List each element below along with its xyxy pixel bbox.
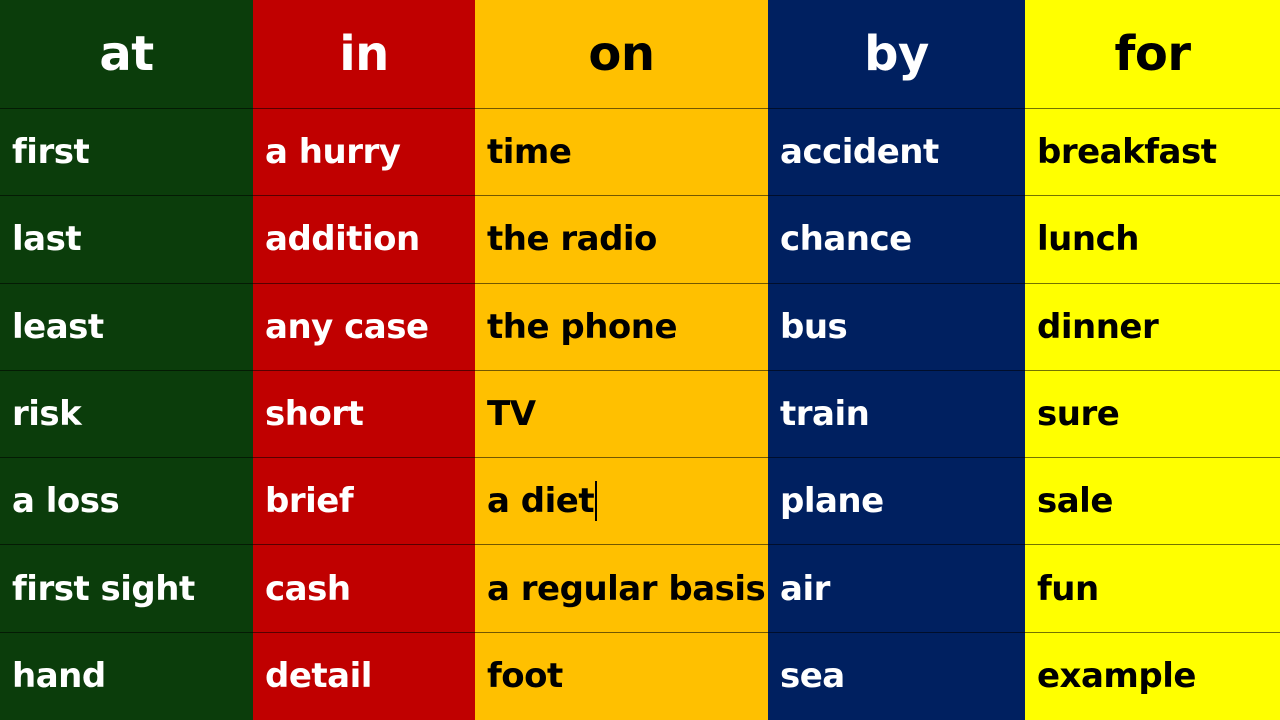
table-cell: plane	[768, 458, 1025, 546]
table-cell: chance	[768, 196, 1025, 284]
cell-text: bus	[780, 306, 848, 347]
table-cell: fun	[1025, 545, 1280, 633]
table-cell: a loss	[0, 458, 253, 546]
table-cell: detail	[253, 633, 475, 720]
cell-text: least	[12, 306, 104, 347]
cell-text: chance	[780, 219, 912, 260]
cell-text: breakfast	[1037, 132, 1217, 173]
column-header: by	[768, 0, 1025, 109]
table-cell: any case	[253, 284, 475, 371]
cell-text: first	[12, 132, 90, 173]
table-cell: brief	[253, 458, 475, 546]
cell-text: foot	[487, 656, 563, 697]
cell-text: a diet	[487, 481, 595, 522]
column-at: at first last least risk a loss first sight han…	[0, 0, 253, 720]
table-cell: TV	[475, 371, 768, 459]
cell-text: fun	[1037, 568, 1099, 609]
cell-text: hand	[12, 656, 106, 697]
cell-text: brief	[265, 481, 354, 522]
cell-text: train	[780, 393, 870, 434]
table-cell: example	[1025, 633, 1280, 720]
cell-text: plane	[780, 481, 884, 522]
table-cell: first sight	[0, 545, 253, 633]
column-header: at	[0, 0, 253, 109]
cell-text: sure	[1037, 393, 1120, 434]
table-cell: last	[0, 196, 253, 284]
cell-text: TV	[487, 393, 536, 434]
table-cell: dinner	[1025, 284, 1280, 371]
cell-text: lunch	[1037, 219, 1139, 260]
table-cell: the radio	[475, 196, 768, 284]
cell-text: sale	[1037, 481, 1113, 522]
cell-text: example	[1037, 656, 1196, 697]
cell-text: accident	[780, 132, 939, 173]
column-in: in a hurry addition any case short brief cash d…	[253, 0, 475, 720]
text-cursor	[595, 481, 598, 522]
table-cell: breakfast	[1025, 109, 1280, 197]
column-for: for breakfast lunch dinner sure sale fun exampl…	[1025, 0, 1280, 720]
table-cell: a hurry	[253, 109, 475, 197]
cell-text: the radio	[487, 219, 657, 260]
table-cell: least	[0, 284, 253, 371]
cell-text: detail	[265, 656, 372, 697]
cell-text: a regular basis	[487, 568, 766, 609]
cell-text: last	[12, 219, 82, 260]
table-cell: time	[475, 109, 768, 197]
table-cell: risk	[0, 371, 253, 459]
cell-text: dinner	[1037, 306, 1159, 347]
cell-text: first sight	[12, 568, 195, 609]
column-header: for	[1025, 0, 1280, 109]
cell-text: a hurry	[265, 132, 401, 173]
table-cell: air	[768, 545, 1025, 633]
table-cell: sale	[1025, 458, 1280, 546]
table-cell: a diet	[475, 458, 768, 546]
table-cell: short	[253, 371, 475, 459]
cell-text: cash	[265, 568, 351, 609]
cell-text: sea	[780, 656, 845, 697]
table-cell: lunch	[1025, 196, 1280, 284]
table-cell: train	[768, 371, 1025, 459]
cell-text: addition	[265, 219, 420, 260]
table-cell: sea	[768, 633, 1025, 720]
cell-text: risk	[12, 393, 82, 434]
table-cell: cash	[253, 545, 475, 633]
column-by: by accident chance bus train plane air sea	[768, 0, 1025, 720]
column-header: in	[253, 0, 475, 109]
table-cell: accident	[768, 109, 1025, 197]
column-header: on	[475, 0, 768, 109]
column-on: on time the radio the phone TV a diet a regula…	[475, 0, 768, 720]
cell-text: a loss	[12, 481, 120, 522]
table-cell: hand	[0, 633, 253, 720]
cell-text: time	[487, 132, 572, 173]
cell-text: air	[780, 568, 830, 609]
table-cell: a regular basis	[475, 545, 768, 633]
table-cell: bus	[768, 284, 1025, 371]
table-cell: addition	[253, 196, 475, 284]
table-cell: the phone	[475, 284, 768, 371]
cell-text: short	[265, 393, 364, 434]
table-cell: first	[0, 109, 253, 197]
prepositions-table: at first last least risk a loss first sight han…	[0, 0, 1280, 720]
cell-text: the phone	[487, 306, 678, 347]
table-cell: sure	[1025, 371, 1280, 459]
cell-text: any case	[265, 306, 429, 347]
table-cell: foot	[475, 633, 768, 720]
